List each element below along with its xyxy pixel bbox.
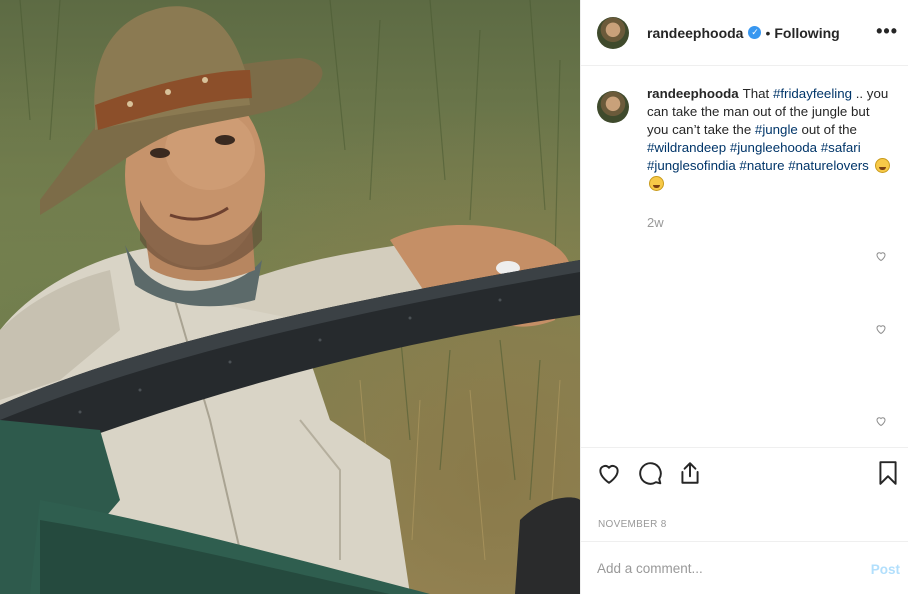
post-photo[interactable] xyxy=(0,0,580,594)
safari-portrait-image xyxy=(0,0,580,594)
comment-input[interactable] xyxy=(597,560,847,576)
post-button[interactable]: Post xyxy=(871,562,900,577)
grinning-squinting-face-icon xyxy=(874,158,890,173)
username-link[interactable]: randeephooda xyxy=(647,25,743,41)
caption-segment: That xyxy=(742,86,773,101)
caption-segment: out of the xyxy=(797,122,857,137)
following-button[interactable]: Following xyxy=(774,25,839,41)
more-options-icon[interactable]: ••• xyxy=(876,22,898,40)
caption-username-link[interactable]: randeephooda xyxy=(647,86,739,101)
small-heart-icon[interactable] xyxy=(875,415,887,427)
avatar[interactable] xyxy=(597,91,629,123)
post-header: randeephooda ✓ • Following ••• xyxy=(581,0,908,66)
hashtag-link[interactable]: #junglesofindia xyxy=(647,158,736,173)
grinning-squinting-face-icon xyxy=(649,176,664,191)
small-heart-icon[interactable] xyxy=(875,250,887,262)
hashtag-link[interactable]: #fridayfeeling xyxy=(773,86,852,101)
share-icon[interactable] xyxy=(677,460,703,486)
post-date[interactable]: NOVEMBER 8 xyxy=(598,519,667,530)
bookmark-icon[interactable] xyxy=(875,460,901,486)
separator-dot: • xyxy=(765,24,771,41)
action-bar xyxy=(581,447,908,497)
caption-segment xyxy=(869,158,873,173)
heart-icon[interactable] xyxy=(596,460,622,486)
post-side-panel: randeephooda ✓ • Following ••• randeepho… xyxy=(580,0,908,594)
hashtag-link[interactable]: #safari xyxy=(821,140,861,155)
hashtag-link[interactable]: #wildrandeep xyxy=(647,140,726,155)
comments-area[interactable]: randeephooda That #fridayfeeling .. you c… xyxy=(581,67,908,447)
hashtag-link[interactable]: #nature xyxy=(739,158,784,173)
comment-icon[interactable] xyxy=(637,460,663,486)
caption: randeephooda That #fridayfeeling .. you c… xyxy=(597,86,893,193)
add-comment-section: Post xyxy=(581,541,908,594)
hashtag-link[interactable]: #naturelovers xyxy=(788,158,869,173)
small-heart-icon[interactable] xyxy=(875,323,887,335)
verified-icon: ✓ xyxy=(748,26,762,39)
caption-text: randeephooda That #fridayfeeling .. you c… xyxy=(647,85,893,193)
hashtag-link[interactable]: #jungle xyxy=(755,122,798,137)
hashtag-link[interactable]: #jungleehooda xyxy=(730,140,817,155)
avatar[interactable] xyxy=(597,16,629,49)
post-age[interactable]: 2w xyxy=(647,215,664,230)
